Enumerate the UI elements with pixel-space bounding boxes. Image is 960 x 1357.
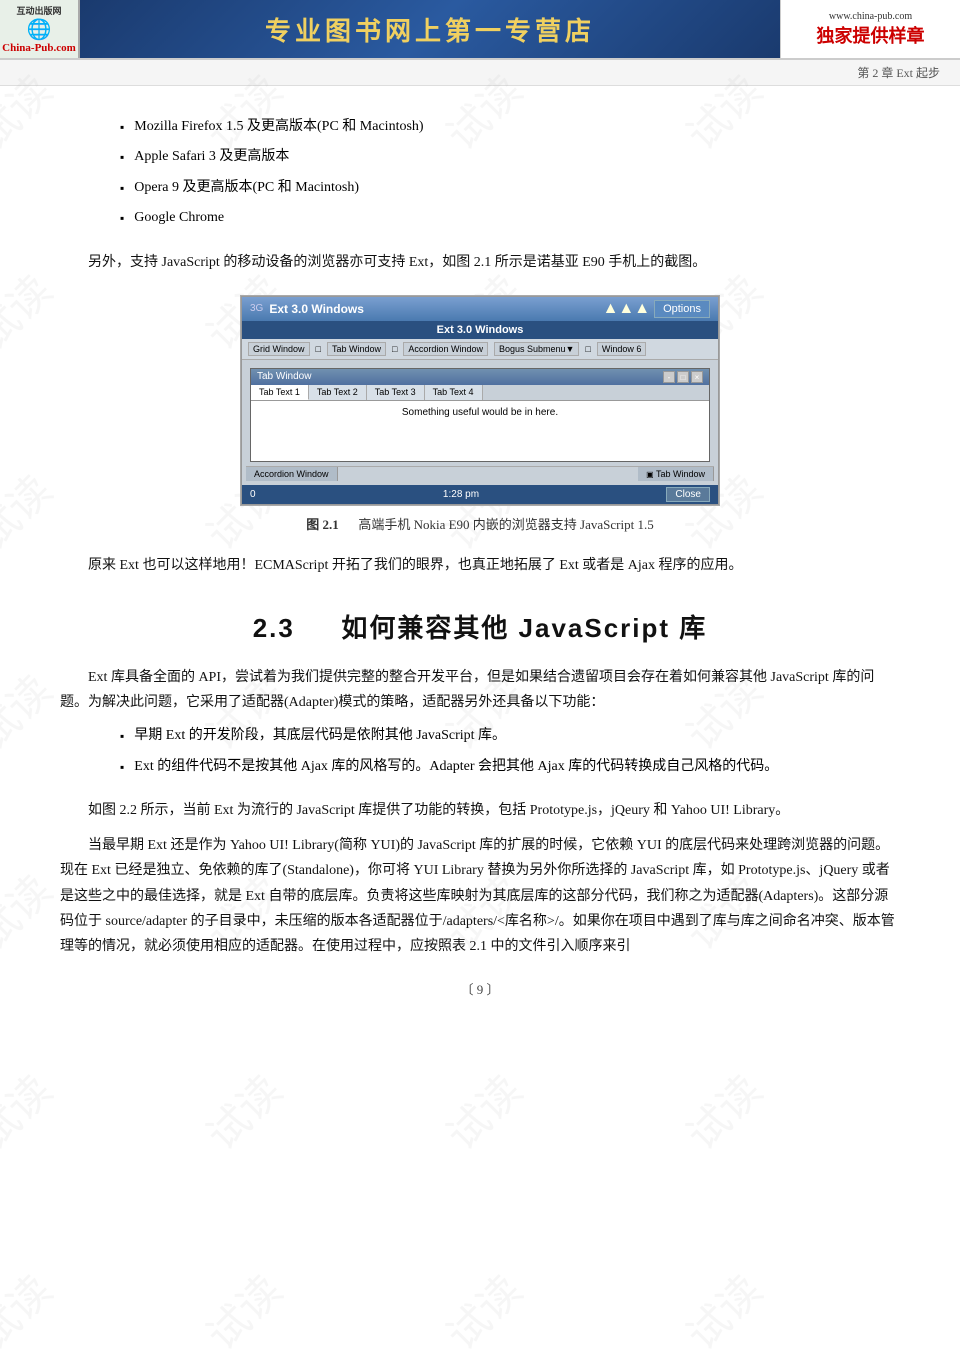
- logo-top-text: 互动出版网: [2, 4, 76, 17]
- page-number-text: 〔 9 〕: [460, 982, 499, 997]
- signal-bars-icon: ▲▲▲: [603, 300, 651, 318]
- options-button[interactable]: Options: [654, 300, 710, 318]
- paragraph-4: 如图 2.2 所示，当前 Ext 为流行的 JavaScript 库提供了功能的…: [60, 798, 900, 823]
- watermark: 试读: [431, 1059, 534, 1162]
- paragraph-2: 原来 Ext 也可以这样地用！ECMAScript 开拓了我们的眼界，也真正地拓…: [60, 553, 900, 578]
- list-item-text: Opera 9 及更高版本(PC 和 Macintosh): [134, 177, 359, 199]
- accordion-item-1[interactable]: Accordion Window: [246, 467, 338, 481]
- accordion-bar: Accordion Window ▣ Tab Window: [246, 466, 714, 481]
- toolbar-grid-window[interactable]: Grid Window: [248, 342, 310, 356]
- list-item: 早期 Ext 的开发阶段，其底层代码是依附其他 JavaScript 库。: [120, 725, 900, 747]
- inner-window-area: Tab Window - □ × Tab Text 1 Tab Text 2 T…: [242, 360, 718, 485]
- watermark: 试读: [0, 1059, 63, 1162]
- titlebar-left: 3G Ext 3.0 Windows: [250, 302, 364, 316]
- watermark: 试读: [191, 1059, 294, 1162]
- tab-content: Something useful would be in here.: [251, 401, 709, 461]
- section-title: 2.3 如何兼容其他 JavaScript 库: [60, 608, 900, 645]
- page-header: 互动出版网 🌐 China-Pub.com 专业图书网上第一专营店 www.ch…: [0, 0, 960, 60]
- tab-content-text: Something useful would be in here.: [402, 407, 558, 418]
- figure-caption-description: 高端手机 Nokia E90 内嵌的浏览器支持 JavaScript 1.5: [358, 517, 653, 532]
- window-title: Ext 3.0 Windows: [269, 302, 364, 316]
- figure-image: 3G Ext 3.0 Windows ▲▲▲ Options Ext 3.0 W…: [240, 295, 720, 506]
- close-button[interactable]: ×: [691, 371, 703, 383]
- logo-icon: 🌐: [2, 17, 76, 42]
- header-title: 专业图书网上第一专营店: [80, 0, 780, 58]
- accordion-spacer: [338, 467, 639, 481]
- header-right: www.china-pub.com 独家提供样章: [780, 0, 960, 58]
- list-item-text: Apple Safari 3 及更高版本: [134, 146, 289, 168]
- inner-titlebar: Tab Window - □ ×: [251, 369, 709, 385]
- figure-caption: 图 2.1 高端手机 Nokia E90 内嵌的浏览器支持 JavaScript…: [60, 514, 900, 533]
- inner-window-controls: - □ ×: [663, 371, 703, 383]
- maximize-button[interactable]: □: [677, 371, 689, 383]
- watermark: 试读: [671, 1059, 774, 1162]
- mock-browser-window: 3G Ext 3.0 Windows ▲▲▲ Options Ext 3.0 W…: [241, 296, 719, 505]
- section-heading: 2.3 如何兼容其他 JavaScript 库: [60, 608, 900, 645]
- paragraph-5: 当最早期 Ext 还是作为 Yahoo UI! Library(简称 YUI)的…: [60, 833, 900, 959]
- browser-list: Mozilla Firefox 1.5 及更高版本(PC 和 Macintosh…: [120, 116, 900, 230]
- tab-2[interactable]: Tab Text 2: [309, 385, 367, 400]
- center-title-text: 专业图书网上第一专营店: [265, 11, 595, 48]
- statusbar-close-button[interactable]: Close: [666, 487, 710, 502]
- accordion-item-2-label: Tab Window: [656, 469, 705, 479]
- section-title-text: 如何兼容其他 JavaScript 库: [341, 613, 707, 643]
- main-content: Mozilla Firefox 1.5 及更高版本(PC 和 Macintosh…: [0, 86, 960, 1018]
- toolbar-separator3: □: [585, 344, 590, 354]
- tab-3[interactable]: Tab Text 3: [367, 385, 425, 400]
- watermark: 试读: [431, 1259, 534, 1357]
- mock-menubar: Ext 3.0 Windows: [242, 321, 718, 339]
- paragraph-1: 另外，支持 JavaScript 的移动设备的浏览器亦可支持 Ext，如图 2.…: [60, 250, 900, 275]
- logo: 互动出版网 🌐 China-Pub.com: [0, 0, 80, 58]
- toolbar-window6[interactable]: Window 6: [597, 342, 647, 356]
- mock-inner-window: Tab Window - □ × Tab Text 1 Tab Text 2 T…: [250, 368, 710, 462]
- list-item: Opera 9 及更高版本(PC 和 Macintosh): [120, 177, 900, 199]
- logo-site: China-Pub.com: [2, 42, 76, 54]
- tab-1[interactable]: Tab Text 1: [251, 385, 309, 400]
- list-item-text: Google Chrome: [134, 207, 224, 229]
- watermark: 试读: [0, 1259, 63, 1357]
- page-number: 〔 9 〕: [60, 979, 900, 998]
- tab-bar: Tab Text 1 Tab Text 2 Tab Text 3 Tab Tex…: [251, 385, 709, 401]
- figure-caption-text: [342, 517, 355, 532]
- section-number: 2.3: [253, 613, 295, 643]
- chapter-text: 第 2 章 Ext 起步: [857, 66, 940, 80]
- tab-4[interactable]: Tab Text 4: [425, 385, 483, 400]
- toolbar-tab-window[interactable]: Tab Window: [327, 342, 386, 356]
- statusbar-time: 1:28 pm: [443, 489, 479, 500]
- www-text: www.china-pub.com: [829, 11, 912, 22]
- paragraph-3: Ext 库具备全面的 API，尝试着为我们提供完整的整合开发平台，但是如果结合遗…: [60, 665, 900, 715]
- list-item: Ext 的组件代码不是按其他 Ajax 库的风格写的。Adapter 会把其他 …: [120, 756, 900, 778]
- statusbar-left: 0: [250, 489, 256, 500]
- mock-titlebar: 3G Ext 3.0 Windows ▲▲▲ Options: [242, 297, 718, 321]
- watermark: 试读: [671, 1259, 774, 1357]
- tab-window-icon: ▣: [646, 470, 654, 479]
- list-item-text: Ext 的组件代码不是按其他 Ajax 库的风格写的。Adapter 会把其他 …: [134, 756, 778, 778]
- list-item-text: Mozilla Firefox 1.5 及更高版本(PC 和 Macintosh…: [134, 116, 423, 138]
- minimize-button[interactable]: -: [663, 371, 675, 383]
- accordion-item-2[interactable]: ▣ Tab Window: [638, 467, 714, 481]
- mock-toolbar: Grid Window □ Tab Window □ Accordion Win…: [242, 339, 718, 360]
- list-item-text: 早期 Ext 的开发阶段，其底层代码是依附其他 JavaScript 库。: [134, 725, 506, 747]
- toolbar-accordion-window[interactable]: Accordion Window: [403, 342, 488, 356]
- exclusive-text: 独家提供样章: [817, 22, 925, 48]
- toolbar-bogus-submenu[interactable]: Bogus Submenu▼: [494, 342, 579, 356]
- list-item: Mozilla Firefox 1.5 及更高版本(PC 和 Macintosh…: [120, 116, 900, 138]
- signal-indicator: 3G: [250, 303, 263, 314]
- figure-1: 3G Ext 3.0 Windows ▲▲▲ Options Ext 3.0 W…: [60, 295, 900, 533]
- chapter-bar: 第 2 章 Ext 起步: [0, 60, 960, 86]
- toolbar-separator: □: [316, 344, 321, 354]
- list-item: Google Chrome: [120, 207, 900, 229]
- toolbar-separator2: □: [392, 344, 397, 354]
- inner-window-title: Tab Window: [257, 371, 311, 383]
- mock-statusbar: 0 1:28 pm Close: [242, 485, 718, 504]
- watermark: 试读: [191, 1259, 294, 1357]
- list-item: Apple Safari 3 及更高版本: [120, 146, 900, 168]
- feature-list: 早期 Ext 的开发阶段，其底层代码是依附其他 JavaScript 库。 Ex…: [120, 725, 900, 778]
- titlebar-right-area: ▲▲▲ Options: [603, 300, 710, 318]
- figure-number: 图 2.1: [306, 517, 339, 532]
